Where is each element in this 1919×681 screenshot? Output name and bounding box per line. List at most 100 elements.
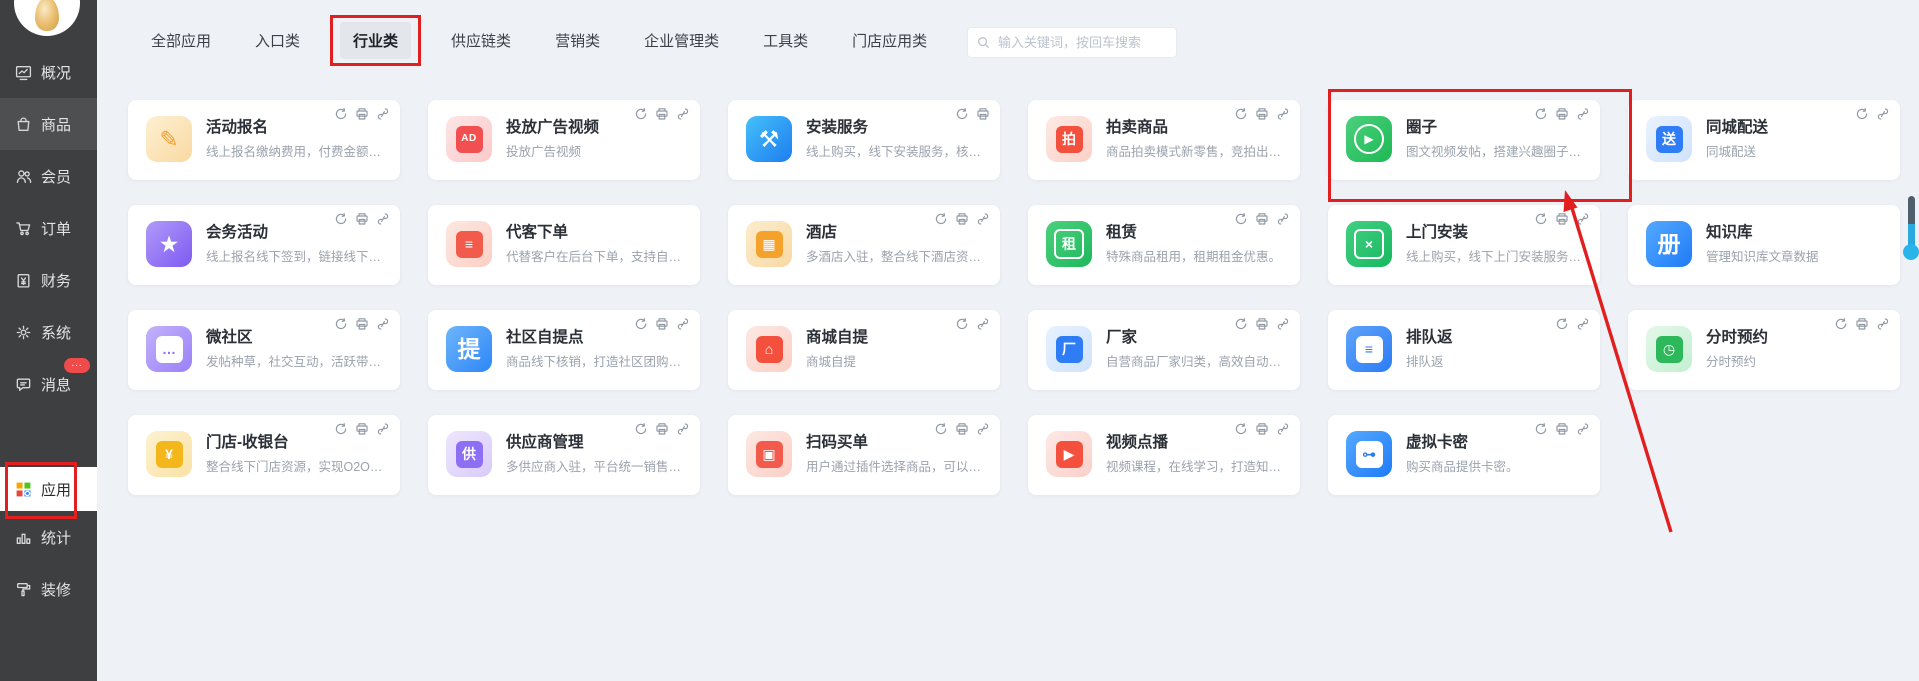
printer-icon[interactable] [1555,422,1569,436]
app-card-供应商管理[interactable]: 供 供应商管理 多供应商入驻，平台统一销售，商... [428,415,700,495]
app-card-拍卖商品[interactable]: 拍 拍卖商品 商品拍卖模式新零售，竞拍出价得... [1028,100,1300,180]
link-icon[interactable] [1576,107,1590,121]
refresh-icon[interactable] [955,317,969,331]
app-card-酒店[interactable]: ▦ 酒店 多酒店入驻，整合线下酒店资源，... [728,205,1000,285]
printer-icon[interactable] [355,212,369,226]
sidebar-item-stats[interactable]: 统计 [0,511,97,563]
printer-icon[interactable] [1555,107,1569,121]
app-card-圈子[interactable]: ▶ 圈子 图文视频发帖，搭建兴趣圈子，实... [1328,100,1600,180]
refresh-icon[interactable] [1555,317,1569,331]
scroll-thermometer-widget[interactable] [1903,196,1919,264]
printer-icon[interactable] [655,107,669,121]
tab-门店应用类[interactable]: 门店应用类 [848,22,931,59]
refresh-icon[interactable] [1234,422,1248,436]
refresh-icon[interactable] [1855,107,1869,121]
app-card-投放广告视频[interactable]: AD 投放广告视频 投放广告视频 [428,100,700,180]
refresh-icon[interactable] [334,212,348,226]
refresh-icon[interactable] [955,107,969,121]
link-icon[interactable] [1276,107,1290,121]
link-icon[interactable] [1876,107,1890,121]
printer-icon[interactable] [955,212,969,226]
app-card-上门安装[interactable]: × 上门安装 线上购买，线下上门安装服务，核... [1328,205,1600,285]
link-icon[interactable] [676,317,690,331]
link-icon[interactable] [1576,212,1590,226]
tab-企业管理类[interactable]: 企业管理类 [640,22,723,59]
app-card-安装服务[interactable]: ⚒ 安装服务 线上购买，线下安装服务，核销确... [728,100,1000,180]
app-card-商城自提[interactable]: ⌂ 商城自提 商城自提 [728,310,1000,390]
printer-icon[interactable] [1255,422,1269,436]
link-icon[interactable] [1576,422,1590,436]
app-card-扫码买单[interactable]: ▣ 扫码买单 用户通过插件选择商品，可以直接... [728,415,1000,495]
app-card-厂家[interactable]: 厂 厂家 自营商品厂家归类，高效自动拆单。 [1028,310,1300,390]
refresh-icon[interactable] [334,317,348,331]
link-icon[interactable] [976,422,990,436]
printer-icon[interactable] [1855,317,1869,331]
app-card-代客下单[interactable]: ≡ 代客下单 代替客户在后台下单，支持自营，... [428,205,700,285]
app-card-虚拟卡密[interactable]: ⊶ 虚拟卡密 购买商品提供卡密。 [1328,415,1600,495]
printer-icon[interactable] [355,317,369,331]
link-icon[interactable] [676,107,690,121]
tab-行业类[interactable]: 行业类 [340,22,411,59]
sidebar-item-decorate[interactable]: 装修 [0,563,97,615]
app-card-租赁[interactable]: 租 租赁 特殊商品租用，租期租金优惠。 [1028,205,1300,285]
sidebar-item-overview[interactable]: 概况 [0,46,97,98]
refresh-icon[interactable] [334,422,348,436]
app-card-知识库[interactable]: 册 知识库 管理知识库文章数据 [1628,205,1900,285]
app-card-视频点播[interactable]: ▶ 视频点播 视频课程，在线学习，打造知识付... [1028,415,1300,495]
link-icon[interactable] [676,422,690,436]
tab-工具类[interactable]: 工具类 [759,22,812,59]
link-icon[interactable] [376,107,390,121]
sidebar-item-system[interactable]: 系统 [0,306,97,358]
refresh-icon[interactable] [934,212,948,226]
search-input[interactable] [996,34,1176,51]
tab-供应链类[interactable]: 供应链类 [447,22,515,59]
sidebar-item-message[interactable]: 消息 ... [0,358,97,410]
app-card-会务活动[interactable]: ★ 会务活动 线上报名线下签到，链接线下活动。 [128,205,400,285]
sidebar-item-finance[interactable]: 财务 [0,254,97,306]
printer-icon[interactable] [1555,212,1569,226]
app-card-排队返[interactable]: ≡ 排队返 排队返 [1328,310,1600,390]
refresh-icon[interactable] [634,107,648,121]
link-icon[interactable] [1276,317,1290,331]
tab-全部应用[interactable]: 全部应用 [147,22,215,59]
printer-icon[interactable] [1255,212,1269,226]
printer-icon[interactable] [976,107,990,121]
tab-营销类[interactable]: 营销类 [551,22,604,59]
tab-入口类[interactable]: 入口类 [251,22,304,59]
app-card-同城配送[interactable]: 送 同城配送 同城配送 [1628,100,1900,180]
sidebar-item-apps[interactable]: 应用 [0,467,97,511]
printer-icon[interactable] [655,422,669,436]
refresh-icon[interactable] [1234,107,1248,121]
link-icon[interactable] [1276,422,1290,436]
avatar[interactable] [14,0,80,36]
refresh-icon[interactable] [1834,317,1848,331]
link-icon[interactable] [376,317,390,331]
link-icon[interactable] [1876,317,1890,331]
refresh-icon[interactable] [634,317,648,331]
printer-icon[interactable] [955,422,969,436]
link-icon[interactable] [376,422,390,436]
refresh-icon[interactable] [334,107,348,121]
printer-icon[interactable] [1255,107,1269,121]
sidebar-item-members[interactable]: 会员 [0,150,97,202]
app-card-门店-收银台[interactable]: ¥ 门店-收银台 整合线下门店资源，实现O2O异业... [128,415,400,495]
refresh-icon[interactable] [1534,107,1548,121]
printer-icon[interactable] [1255,317,1269,331]
refresh-icon[interactable] [1234,212,1248,226]
sidebar-item-orders[interactable]: 订单 [0,202,97,254]
link-icon[interactable] [976,212,990,226]
link-icon[interactable] [1576,317,1590,331]
search-box[interactable] [967,27,1177,58]
link-icon[interactable] [976,317,990,331]
refresh-icon[interactable] [1234,317,1248,331]
refresh-icon[interactable] [1534,212,1548,226]
link-icon[interactable] [376,212,390,226]
link-icon[interactable] [1276,212,1290,226]
printer-icon[interactable] [355,107,369,121]
refresh-icon[interactable] [934,422,948,436]
refresh-icon[interactable] [634,422,648,436]
printer-icon[interactable] [655,317,669,331]
app-card-微社区[interactable]: … 微社区 发帖种草，社交互动，活跃带货。 [128,310,400,390]
printer-icon[interactable] [355,422,369,436]
sidebar-item-goods[interactable]: 商品 [0,98,97,150]
